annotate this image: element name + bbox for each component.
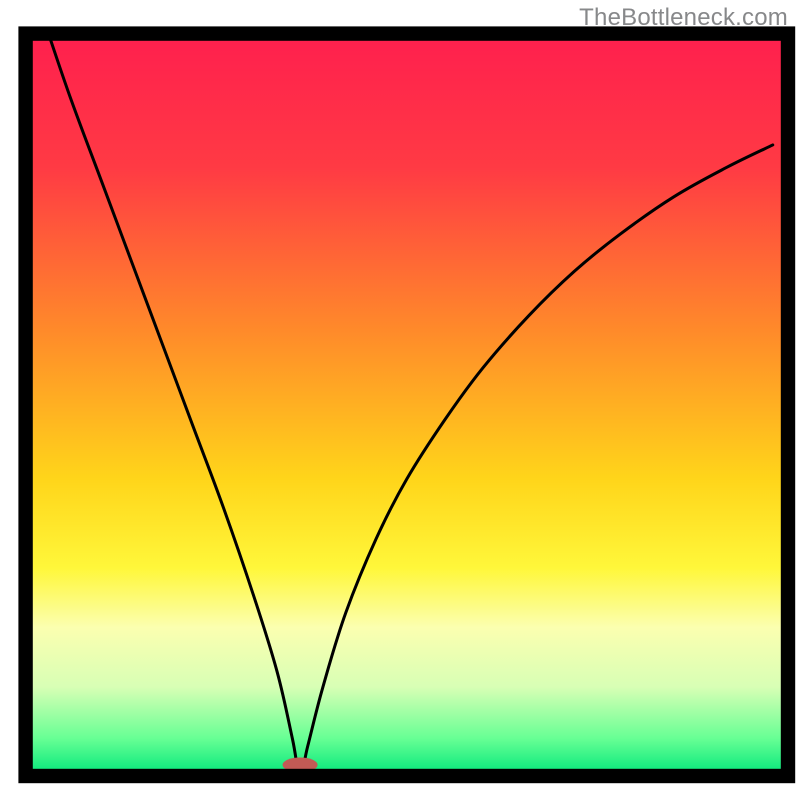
watermark-text: TheBottleneck.com xyxy=(579,4,788,32)
chart-container xyxy=(0,0,800,800)
bottleneck-chart xyxy=(0,0,800,800)
gradient-background xyxy=(26,34,788,776)
